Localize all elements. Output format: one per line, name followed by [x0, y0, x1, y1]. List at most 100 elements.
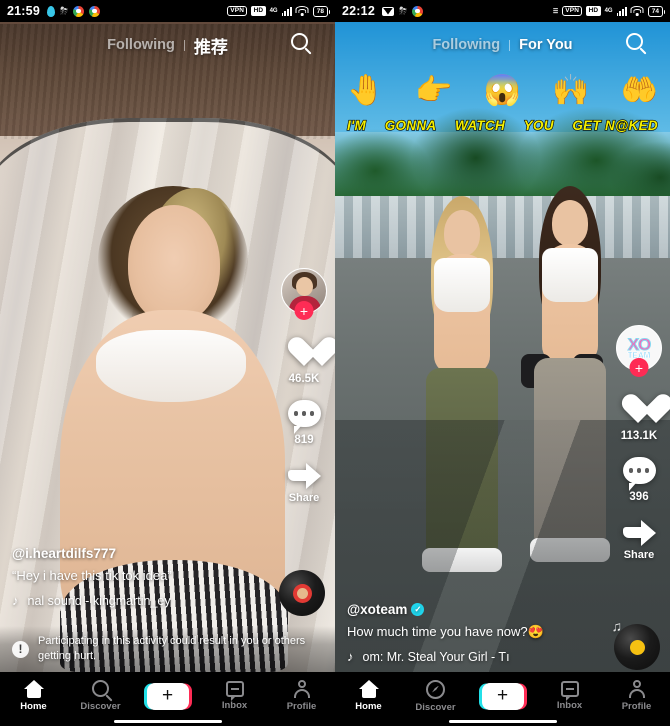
person-icon: [293, 680, 311, 698]
hd-badge: HD: [251, 6, 266, 16]
tab-following[interactable]: Following: [107, 37, 175, 53]
inbox-icon: [225, 681, 244, 701]
signal-bars-badge: ☰: [552, 8, 559, 15]
search-icon: [626, 33, 643, 50]
top-nav-right: Following For You: [335, 22, 670, 68]
heart-icon: [287, 338, 322, 370]
music-disc-left[interactable]: [279, 570, 325, 616]
nav-home[interactable]: Home: [340, 680, 398, 712]
feed-tabs: Following For You: [432, 37, 572, 53]
signal-bars-icon: [616, 6, 627, 16]
search-button[interactable]: [291, 33, 315, 57]
network-label: 4G: [269, 8, 278, 14]
music-row[interactable]: ♪ nal sound - kingmartin_ey: [12, 593, 270, 608]
wifi-icon: [295, 6, 309, 16]
action-rail-left: + 46.5K 819 Share: [281, 268, 327, 519]
comment-button[interactable]: 819: [287, 400, 321, 446]
music-disc-right[interactable]: [614, 624, 660, 670]
status-right-icons: ☰ VPN HD 4G 74: [552, 5, 666, 17]
follow-plus-icon[interactable]: +: [629, 358, 649, 377]
home-indicator: [113, 719, 222, 723]
status-left-icons: ⛈: [381, 5, 423, 17]
panel-right: 🤚 👉 😱 🙌 🤲 I'M GONNA WATCH YOU GET N@KED …: [335, 0, 670, 726]
music-title: nal sound - kingmartin_ey: [27, 593, 171, 608]
tab-following[interactable]: Following: [432, 37, 500, 53]
nav-inbox[interactable]: Inbox: [206, 681, 264, 711]
safety-warning-text: Participating in this activity could res…: [38, 635, 306, 662]
meme-word-0: I'M: [346, 117, 367, 133]
avatar-face: [296, 277, 313, 296]
share-button[interactable]: Share: [287, 461, 321, 504]
follow-plus-icon[interactable]: +: [294, 301, 314, 320]
tab-for-you[interactable]: 推荐: [194, 33, 228, 58]
creator-handle[interactable]: @i.heartdilfs777: [12, 546, 270, 561]
status-left-icons: ⛈: [46, 5, 100, 17]
like-button[interactable]: 46.5K: [287, 338, 322, 385]
share-label: Share: [623, 549, 655, 561]
tab-separator: [509, 39, 511, 51]
creator-handle[interactable]: @xoteam ✓: [347, 602, 605, 617]
comment-count: 819: [294, 434, 314, 446]
video-description: How much time you have now?😍: [347, 623, 544, 639]
nav-create[interactable]: +: [139, 682, 197, 710]
nav-profile[interactable]: Profile: [273, 680, 331, 712]
plus-create-icon: +: [146, 682, 189, 710]
music-title: om: Mr. Steal Your Girl - Tı: [362, 649, 510, 664]
chrome-icon: [411, 5, 423, 17]
nav-home[interactable]: Home: [5, 680, 63, 712]
vpn-badge: VPN: [562, 5, 583, 17]
dual-screenshot-comparison: 21:59 ⛈ VPN HD 4G 78 Following 推荐 + 46.5…: [0, 0, 670, 726]
nav-discover[interactable]: Discover: [72, 680, 130, 712]
inbox-icon: [560, 681, 579, 701]
nav-discover-label: Discover: [80, 701, 121, 712]
like-button[interactable]: 113.1K: [621, 395, 657, 442]
nav-inbox[interactable]: Inbox: [541, 681, 599, 711]
panel-left: 21:59 ⛈ VPN HD 4G 78 Following 推荐 + 46.5…: [0, 0, 335, 726]
home-indicator: [448, 719, 557, 723]
meme-emoji-2: 😱: [483, 74, 522, 107]
plus-create-icon: +: [481, 682, 524, 710]
creator-avatar-button[interactable]: +: [281, 268, 327, 320]
creator-avatar-button[interactable]: XO TEAM +: [616, 325, 662, 377]
music-note-icon: ♪: [12, 593, 19, 608]
chrome-icon: [72, 5, 84, 17]
disc-artwork: [296, 587, 308, 599]
battery-indicator: 74: [647, 5, 666, 17]
meme-word-2: WATCH: [454, 117, 506, 133]
nav-home-label: Home: [355, 701, 382, 712]
subject-a-top: [434, 258, 490, 312]
home-icon: [358, 680, 379, 698]
nav-create[interactable]: +: [474, 682, 532, 710]
meme-emoji-1: 👉: [415, 74, 453, 107]
status-bar-right: 22:12 ⛈ ☰ VPN HD 4G 74: [335, 0, 670, 22]
share-button[interactable]: Share: [622, 518, 656, 561]
caption-left: @i.heartdilfs777 “Hey i have this tik to…: [12, 546, 270, 608]
subject-b-face: [552, 200, 588, 246]
music-row[interactable]: ♪ om: Mr. Steal Your Girl - Tı: [347, 649, 605, 664]
music-note-icon: ♪: [347, 649, 354, 664]
comment-button[interactable]: 396: [622, 457, 656, 503]
search-button[interactable]: [626, 33, 650, 57]
meme-emoji-4: 🤲: [620, 74, 658, 107]
comment-count: 396: [629, 491, 649, 503]
subject-a-face: [444, 210, 480, 256]
safety-warning-banner[interactable]: ! Participating in this activity could r…: [0, 626, 335, 672]
bottom-nav-right: Home Discover + Inbox Profile: [335, 672, 670, 726]
top-nav-left: Following 推荐: [0, 22, 335, 68]
mail-icon: [381, 6, 394, 16]
signal-bars-icon: [281, 6, 292, 16]
nav-profile[interactable]: Profile: [608, 680, 666, 712]
subject-top: [96, 330, 246, 402]
subject-b-top: [542, 248, 598, 302]
creator-handle-text: @xoteam: [347, 601, 408, 617]
video-description: “Hey i have this tik tok idea”: [12, 567, 172, 583]
action-rail-right: XO TEAM + 113.1K 396 Share: [616, 325, 662, 576]
nav-discover[interactable]: Discover: [407, 679, 465, 713]
tab-for-you[interactable]: For You: [519, 37, 572, 53]
battery-indicator: 78: [312, 5, 331, 17]
creator-handle-text: @i.heartdilfs777: [12, 545, 116, 561]
comment-bubble-icon: [622, 457, 656, 491]
meme-word-1: GONNA: [384, 117, 437, 133]
hd-badge: HD: [586, 6, 601, 16]
meme-word-4: GET N@KED: [572, 117, 659, 133]
